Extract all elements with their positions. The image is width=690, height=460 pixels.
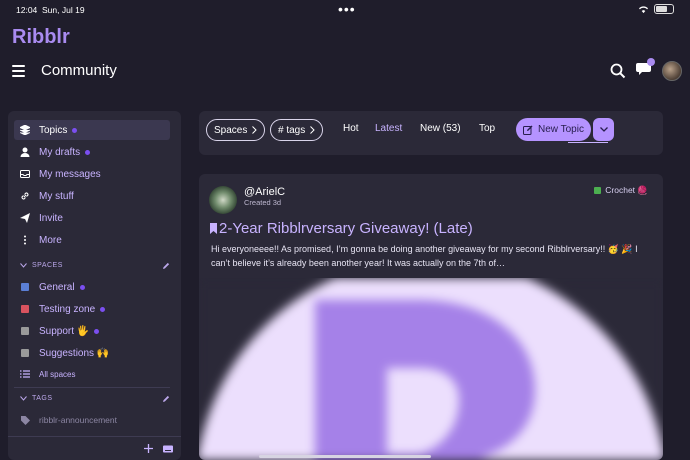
author-avatar[interactable] <box>209 186 237 214</box>
space-label: General <box>39 281 75 293</box>
sidebar-item-label: My messages <box>39 168 101 180</box>
compose-icon <box>523 125 533 135</box>
person-icon <box>20 147 30 157</box>
bookmark-icon <box>210 223 217 234</box>
list-icon <box>20 369 30 379</box>
sidebar-space-general[interactable]: General <box>14 277 170 297</box>
sidebar-item-label: Invite <box>39 212 63 224</box>
chevron-down-icon <box>599 127 608 132</box>
sidebar-space-support[interactable]: Support 🖐 <box>14 321 170 341</box>
unread-dot <box>79 284 85 290</box>
space-label: Testing zone <box>39 303 96 315</box>
sidebar-item-label: My drafts <box>39 146 81 158</box>
home-indicator[interactable] <box>259 455 431 458</box>
user-avatar[interactable] <box>662 60 682 81</box>
plus-icon[interactable] <box>144 444 153 453</box>
new-topic-button[interactable]: New Topic <box>516 118 591 141</box>
sidebar-tag-item[interactable]: ribblr-announcement <box>14 410 170 430</box>
send-icon <box>20 213 30 223</box>
keyboard-icon[interactable] <box>163 445 173 453</box>
tags-heading[interactable]: TAGS <box>20 395 170 402</box>
layers-icon <box>20 125 30 135</box>
sidebar-item-label: Topics <box>39 124 68 136</box>
header: Community <box>0 58 690 86</box>
category-color-swatch <box>594 187 602 194</box>
space-color-swatch <box>21 305 29 313</box>
created-time: Created 3d <box>244 198 282 207</box>
unread-dot <box>100 306 106 312</box>
status-bar: 12:04 Sun, Jul 19 ••• <box>0 0 690 20</box>
page-title: Community <box>41 62 117 79</box>
multitasking-icon[interactable]: ••• <box>338 1 356 17</box>
unread-dot <box>85 149 91 155</box>
tab-top[interactable]: Top <box>479 123 495 134</box>
sidebar-item-stuff[interactable]: My stuff <box>14 186 170 206</box>
spaces-filter-button[interactable]: Spaces <box>206 119 266 141</box>
sidebar-item-label: More <box>39 234 62 246</box>
space-color-swatch <box>21 283 29 291</box>
inbox-icon <box>20 169 30 179</box>
divider <box>14 387 170 388</box>
header-actions <box>610 58 682 81</box>
sidebar-space-suggestions[interactable]: Suggestions 🙌 <box>14 343 170 363</box>
sidebar-item-drafts[interactable]: My drafts <box>14 142 170 162</box>
chevron-down-icon <box>20 263 27 268</box>
search-icon[interactable] <box>610 63 626 79</box>
space-color-swatch <box>21 349 29 357</box>
app-logo[interactable]: Ribblr <box>12 26 70 49</box>
tag-icon <box>20 415 30 425</box>
ribblr-logo-image <box>199 278 663 460</box>
notification-dot <box>647 58 655 66</box>
tab-latest[interactable]: Latest <box>375 123 402 134</box>
author-username[interactable]: @ArielC <box>244 186 285 198</box>
sidebar-all-spaces[interactable]: All spaces <box>14 364 170 384</box>
link-icon <box>20 191 30 201</box>
topic-title[interactable]: 2-Year Ribblrversary Giveaway! (Late) <box>210 220 473 237</box>
space-label: Suggestions 🙌 <box>39 347 110 359</box>
sidebar: Topics My drafts My messages My stuff In… <box>8 111 181 460</box>
sidebar-item-invite[interactable]: Invite <box>14 208 170 228</box>
tab-new[interactable]: New (53) <box>420 123 461 134</box>
chevron-down-icon <box>20 396 27 401</box>
chevron-right-icon <box>310 126 315 134</box>
new-topic-dropdown[interactable] <box>593 118 614 141</box>
battery-icon <box>654 4 674 14</box>
wifi-icon <box>639 5 648 13</box>
space-color-swatch <box>21 327 29 335</box>
space-label: Support 🖐 <box>39 325 90 337</box>
sidebar-item-topics[interactable]: Topics <box>14 120 170 140</box>
unread-dot <box>72 127 78 133</box>
sidebar-footer <box>8 436 181 460</box>
topic-card[interactable]: @ArielC Created 3d Crochet 🧶 2-Year Ribb… <box>199 174 663 460</box>
more-vertical-icon <box>20 235 30 245</box>
spaces-heading[interactable]: SPACES <box>20 262 170 269</box>
edit-tags-icon[interactable] <box>162 395 170 403</box>
sidebar-item-label: My stuff <box>39 190 74 202</box>
edit-spaces-icon[interactable] <box>162 262 170 270</box>
status-time: 12:04 Sun, Jul 19 <box>16 5 85 15</box>
topic-excerpt: Hi everyoneeee!! As promised, I’m gonna … <box>211 244 638 268</box>
tags-filter-button[interactable]: # tags <box>270 119 324 141</box>
status-right <box>638 4 674 14</box>
chevron-right-icon <box>252 126 258 134</box>
sidebar-item-more[interactable]: More <box>14 230 170 250</box>
chat-button[interactable] <box>636 58 655 81</box>
active-tab-indicator <box>568 142 608 143</box>
unread-dot <box>94 328 100 334</box>
menu-icon[interactable] <box>12 65 25 77</box>
filter-bar: Spaces # tags Hot Latest New (53) Top Ne… <box>199 111 663 155</box>
sidebar-space-testing[interactable]: Testing zone <box>14 299 170 319</box>
tab-hot[interactable]: Hot <box>343 123 359 134</box>
sidebar-item-messages[interactable]: My messages <box>14 164 170 184</box>
category-badge[interactable]: Crochet 🧶 <box>594 185 648 196</box>
topic-image[interactable] <box>199 278 663 460</box>
